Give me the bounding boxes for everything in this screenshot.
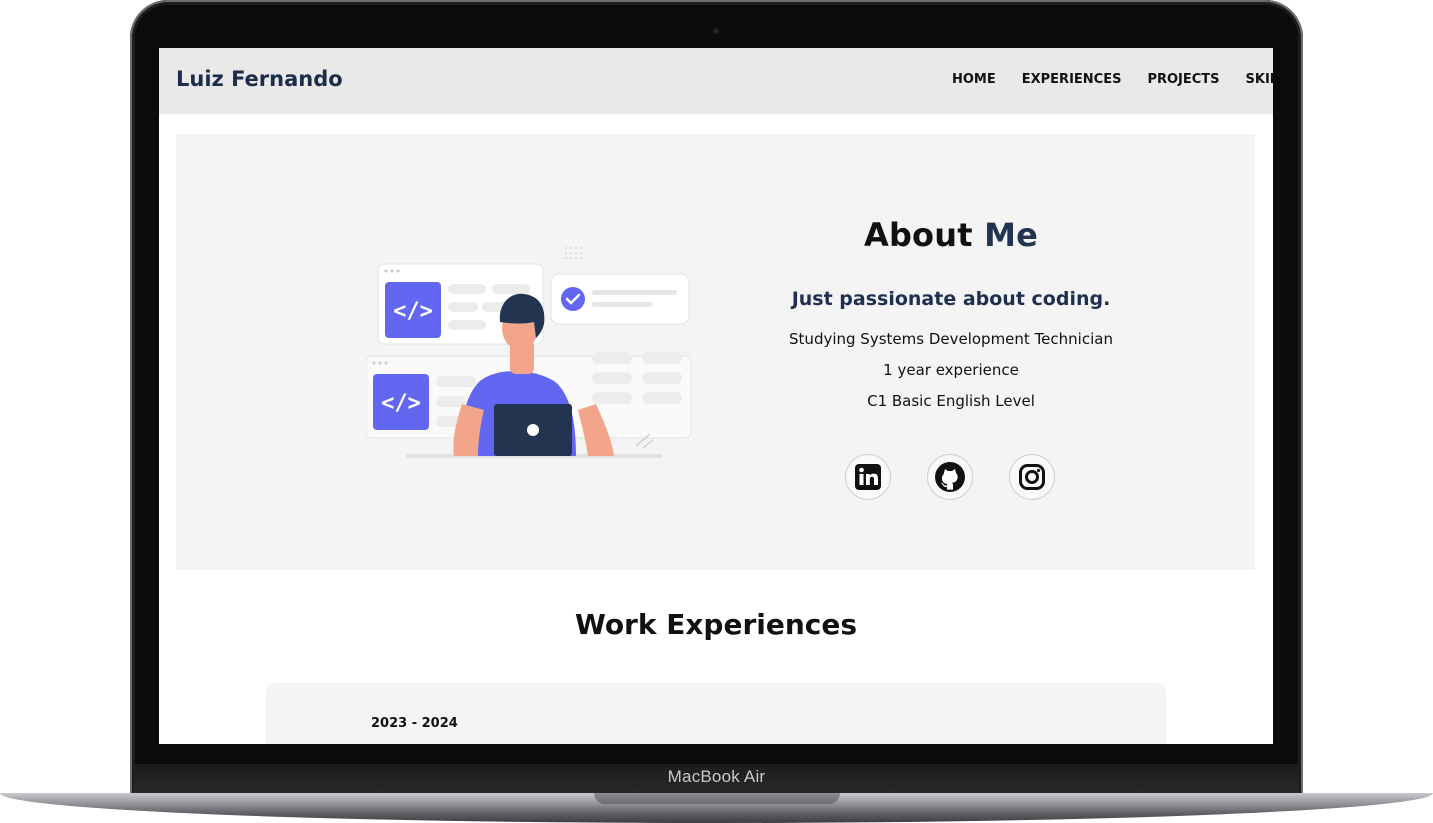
svg-text:</>: </> — [381, 391, 421, 416]
nav-experiences[interactable]: EXPERIENCES — [1022, 72, 1122, 87]
instagram-icon[interactable] — [1009, 454, 1055, 500]
nav-home[interactable]: HOME — [952, 72, 996, 87]
about-line: 1 year experience — [883, 361, 1019, 379]
work-card: 2023 - 2024 — [266, 683, 1166, 744]
browser-viewport: Luiz Fernando HOME EXPERIENCES PROJECTS … — [159, 48, 1273, 744]
nav-links: HOME EXPERIENCES PROJECTS SKILLS — [952, 72, 1273, 87]
about-line: C1 Basic English Level — [867, 392, 1035, 410]
navbar: Luiz Fernando HOME EXPERIENCES PROJECTS … — [159, 48, 1273, 114]
laptop-notch — [594, 793, 840, 804]
device-label: MacBook Air — [667, 767, 766, 786]
linkedin-icon[interactable] — [845, 454, 891, 500]
github-icon[interactable] — [927, 454, 973, 500]
nav-projects[interactable]: PROJECTS — [1147, 72, 1219, 87]
about-section: </> </> About Me Just passionate about c… — [176, 134, 1255, 570]
work-years: 2023 - 2024 — [371, 716, 458, 731]
work-title: Work Experiences — [574, 608, 858, 641]
social-links — [845, 454, 1055, 500]
site-brand[interactable]: Luiz Fernando — [176, 67, 343, 91]
camera — [712, 27, 720, 35]
about-title: About Me — [863, 216, 1039, 254]
nav-skills[interactable]: SKILLS — [1246, 72, 1273, 87]
about-line: Studying Systems Development Technician — [789, 330, 1113, 348]
about-subtitle: Just passionate about coding. — [791, 288, 1111, 310]
developer-illustration: </> </> — [366, 247, 692, 458]
about-text: About Me Just passionate about coding. S… — [736, 216, 1166, 410]
svg-text:</>: </> — [393, 299, 433, 324]
